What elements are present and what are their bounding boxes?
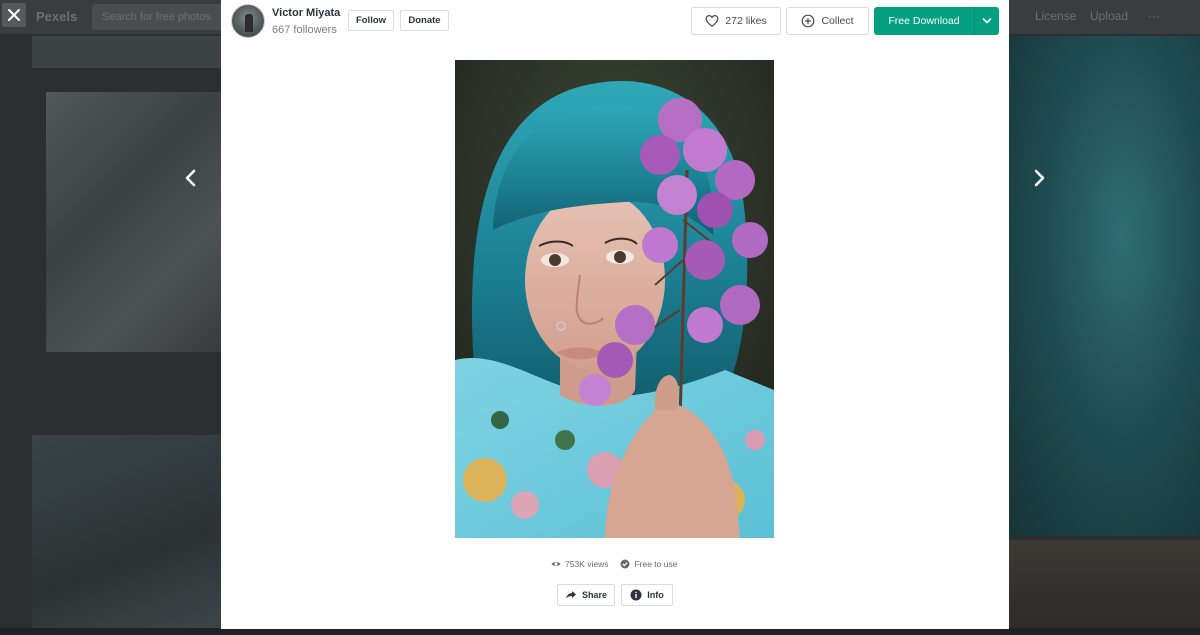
background-nav-upload: Upload [1090, 9, 1129, 23]
background-tile [1008, 540, 1200, 635]
views-count: 753K views [565, 559, 609, 569]
author-text: Victor Miyata 667 followers [272, 6, 340, 37]
close-icon [8, 9, 20, 21]
views-stat: 753K views [551, 559, 608, 569]
background-search: Search for free photos [92, 4, 242, 30]
author-followers: 667 followers [272, 23, 337, 36]
like-button[interactable]: 272 likes [691, 7, 781, 35]
previous-photo-button[interactable] [181, 166, 201, 190]
background-tile [46, 92, 222, 352]
background-nav-more: ··· [1148, 9, 1160, 23]
photo[interactable] [455, 60, 774, 538]
share-arrow-icon [565, 591, 576, 599]
avatar[interactable] [231, 4, 265, 38]
author-info[interactable]: Victor Miyata 667 followers [231, 4, 340, 38]
background-strip [0, 628, 1200, 635]
eye-icon [551, 562, 561, 566]
info-icon [630, 589, 642, 601]
portrait-photo-illustration [455, 60, 774, 538]
donate-button[interactable]: Donate [400, 10, 449, 31]
close-button[interactable] [2, 3, 26, 27]
photo-modal: Victor Miyata 667 followers Follow Donat… [221, 0, 1009, 629]
check-circle-icon [620, 559, 630, 569]
info-label: Info [647, 590, 664, 600]
heart-icon [705, 14, 719, 27]
background-tile [1008, 36, 1200, 536]
info-button[interactable]: Info [621, 584, 673, 606]
background-logo: Pexels [36, 9, 78, 24]
next-photo-button[interactable] [1029, 166, 1049, 190]
background-nav-license: License [1035, 9, 1077, 23]
license-stat[interactable]: Free to use [620, 559, 677, 569]
collect-button[interactable]: Collect [786, 7, 869, 35]
author-name[interactable]: Victor Miyata [272, 6, 340, 20]
photo-stats: 753K views Free to use [551, 559, 677, 569]
follow-button[interactable]: Follow [348, 10, 394, 31]
free-download-button[interactable]: Free Download [874, 7, 974, 35]
chevron-right-icon [1034, 169, 1045, 187]
share-button[interactable]: Share [557, 584, 615, 606]
background-tile [32, 435, 222, 635]
like-count: 272 likes [725, 15, 767, 27]
chevron-left-icon [185, 169, 196, 187]
background-tile [32, 36, 222, 68]
download-options-button[interactable] [975, 7, 999, 35]
license-label: Free to use [634, 559, 678, 569]
chevron-down-icon [982, 18, 992, 24]
share-label: Share [581, 590, 607, 600]
collect-label: Collect [821, 15, 854, 27]
download-button-group: Free Download [874, 7, 999, 35]
plus-circle-icon [802, 14, 815, 28]
